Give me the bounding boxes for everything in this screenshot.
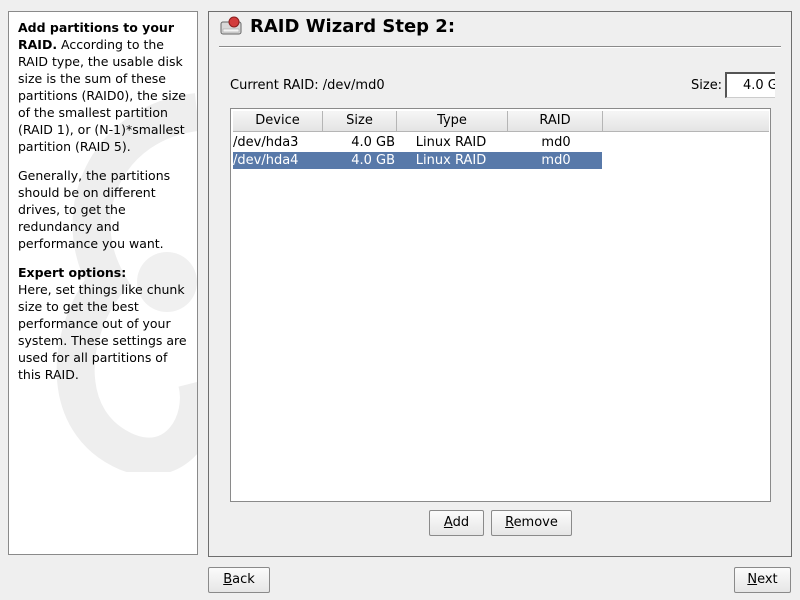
next-label-post: ext xyxy=(757,572,778,587)
raid-disk-icon xyxy=(220,16,242,35)
add-label-key: A xyxy=(443,515,453,530)
column-header-filler xyxy=(603,111,769,131)
help-heading-expert: Expert options: xyxy=(18,265,127,280)
table-row-selected[interactable]: /dev/hda4 4.0 GB Linux RAID md0 xyxy=(233,152,602,169)
cell-raid: md0 xyxy=(541,135,571,150)
cell-raid: md0 xyxy=(541,153,571,168)
current-raid-label: Current RAID: /dev/md0 xyxy=(230,78,385,93)
cell-size: 4.0 GB xyxy=(351,153,395,168)
help-paragraph-1: Add partitions to your RAID. According t… xyxy=(18,19,188,155)
cell-type: Linux RAID xyxy=(415,153,487,168)
column-header-type[interactable]: Type xyxy=(397,111,508,131)
help-text-expert: Here, set things like chunk size to get … xyxy=(18,282,187,382)
next-button[interactable]: Next xyxy=(734,567,791,593)
next-label-key: N xyxy=(747,572,758,587)
back-label-key: B xyxy=(223,572,233,587)
main-panel: RAID Wizard Step 2: Current RAID: /dev/m… xyxy=(208,11,792,557)
back-button[interactable]: Back xyxy=(208,567,270,593)
help-paragraph-3: Expert options: Here, set things like chu… xyxy=(18,264,188,383)
help-panel: Add partitions to your RAID. According t… xyxy=(8,11,198,555)
title-divider xyxy=(219,46,781,48)
help-paragraph-2: Generally, the partitions should be on d… xyxy=(18,168,171,251)
column-header-size[interactable]: Size xyxy=(323,111,397,131)
add-label-post: dd xyxy=(452,515,470,530)
remove-label-key: R xyxy=(505,515,514,530)
remove-button[interactable]: Remove xyxy=(491,510,572,536)
table-row[interactable]: /dev/hda3 4.0 GB Linux RAID md0 xyxy=(233,134,602,151)
page-title: RAID Wizard Step 2: xyxy=(250,16,456,37)
cell-device: /dev/hda4 xyxy=(233,153,299,168)
column-header-device[interactable]: Device xyxy=(233,111,323,131)
help-text: Add partitions to your RAID. According t… xyxy=(9,12,197,402)
column-header-raid[interactable]: RAID xyxy=(508,111,603,131)
back-label-post: ack xyxy=(232,572,255,587)
cell-type: Linux RAID xyxy=(415,135,487,150)
size-label: Size: xyxy=(691,78,723,93)
add-button[interactable]: Add xyxy=(429,510,484,536)
partition-table[interactable]: Device Size Type RAID /dev/hda3 4.0 GB L… xyxy=(230,108,771,502)
remove-label-post: emove xyxy=(513,515,558,530)
table-header: Device Size Type RAID xyxy=(233,111,769,132)
size-field[interactable]: 4.0 GB xyxy=(725,72,775,98)
help-text-raid: According to the RAID type, the usable d… xyxy=(18,37,186,154)
cell-device: /dev/hda3 xyxy=(233,135,299,150)
cell-size: 4.0 GB xyxy=(351,135,395,150)
